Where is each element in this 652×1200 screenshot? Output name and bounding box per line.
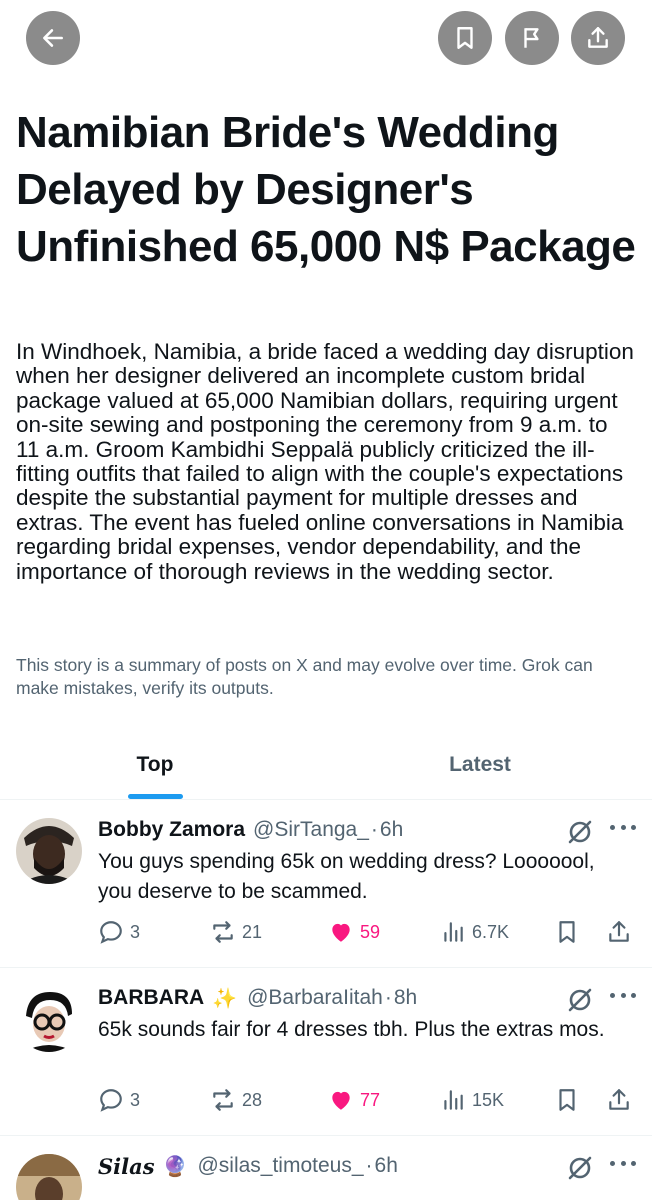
post-time[interactable]: 6h xyxy=(375,1154,398,1178)
share-post-button[interactable] xyxy=(606,916,638,948)
heart-icon xyxy=(332,1091,350,1110)
flag-icon xyxy=(524,28,539,48)
avatar-image xyxy=(16,986,82,1052)
story-summary: In Windhoek, Namibia, a bride faced a we… xyxy=(16,339,634,584)
separator-dot: · xyxy=(365,1154,373,1177)
tab-bar: Top Latest xyxy=(0,730,652,800)
separator-dot: · xyxy=(384,986,392,1009)
bookmark-button[interactable] xyxy=(438,11,492,65)
avatar[interactable] xyxy=(16,818,82,884)
share-icon xyxy=(588,27,608,48)
author-handle[interactable]: @SirTanga_ xyxy=(253,818,369,842)
views-button[interactable]: 6.7K xyxy=(440,916,509,948)
like-count: 77 xyxy=(360,1089,381,1110)
repost-icon xyxy=(213,921,233,943)
repost-count: 28 xyxy=(242,1089,263,1110)
reply-button[interactable]: 3 xyxy=(98,916,140,948)
view-count: 15K xyxy=(472,1089,505,1110)
post-time[interactable]: 8h xyxy=(394,986,417,1010)
post-header: BARBARA ✨ @BarbaraIitah · 8h xyxy=(98,984,568,1012)
bookmark-icon xyxy=(559,921,575,943)
view-count: 6.7K xyxy=(472,921,510,942)
views-icon xyxy=(444,1090,463,1110)
views-icon xyxy=(444,922,463,942)
report-button[interactable] xyxy=(505,11,559,65)
post[interactable]: BARBARA ✨ @BarbaraIitah · 8h 65k sounds … xyxy=(0,968,652,1136)
active-tab-indicator xyxy=(128,794,183,799)
separator-dot: · xyxy=(370,818,378,841)
share-post-button[interactable] xyxy=(606,1084,638,1116)
repost-button[interactable]: 21 xyxy=(210,916,262,948)
post-header: Silas 🔮 @silas_timoteus_ · 6h xyxy=(98,1152,568,1180)
more-options-icon[interactable] xyxy=(610,990,636,1000)
post-actions: 3 28 77 15K xyxy=(98,1084,638,1116)
post[interactable]: Bobby Zamora @SirTanga_ · 6h You guys sp… xyxy=(0,800,652,968)
like-button[interactable]: 77 xyxy=(328,1084,380,1116)
avatar-image xyxy=(16,1154,82,1200)
share-button[interactable] xyxy=(571,11,625,65)
avatar[interactable] xyxy=(16,986,82,1052)
avatar-image xyxy=(16,818,82,884)
crystal-ball-badge: 🔮 xyxy=(162,1155,188,1178)
bookmark-post-button[interactable] xyxy=(554,1084,586,1116)
post[interactable]: Silas 🔮 @silas_timoteus_ · 6h xyxy=(0,1136,652,1200)
tab-top[interactable]: Top xyxy=(0,730,310,800)
share-icon xyxy=(609,921,629,942)
grok-icon[interactable] xyxy=(566,818,594,846)
grok-icon[interactable] xyxy=(566,1154,594,1182)
more-options-icon[interactable] xyxy=(610,1158,636,1168)
heart-icon xyxy=(332,923,350,942)
reply-count: 3 xyxy=(130,921,141,942)
post-text: You guys spending 65k on wedding dress? … xyxy=(98,850,595,903)
bookmark-icon xyxy=(559,1089,575,1111)
bookmark-icon xyxy=(457,27,473,49)
reply-icon xyxy=(100,921,122,944)
post-actions: 3 21 59 6.7K xyxy=(98,916,638,948)
story-headline: Namibian Bride's Wedding Delayed by Desi… xyxy=(16,108,636,271)
avatar[interactable] xyxy=(16,1154,82,1200)
views-button[interactable]: 15K xyxy=(440,1084,504,1116)
reply-count: 3 xyxy=(130,1089,141,1110)
arrow-left-icon xyxy=(43,29,63,47)
author-name[interactable]: Bobby Zamora xyxy=(98,818,245,842)
author-handle[interactable]: @silas_timoteus_ xyxy=(197,1154,363,1178)
grok-disclaimer: This story is a summary of posts on X an… xyxy=(16,655,593,698)
like-count: 59 xyxy=(360,921,381,942)
more-options-icon[interactable] xyxy=(610,822,636,832)
author-name[interactable]: BARBARA xyxy=(98,986,204,1010)
back-button[interactable] xyxy=(26,11,80,65)
tab-latest[interactable]: Latest xyxy=(330,730,630,800)
reply-button[interactable]: 3 xyxy=(98,1084,140,1116)
repost-button[interactable]: 28 xyxy=(210,1084,262,1116)
sparkles-badge: ✨ xyxy=(212,987,238,1010)
author-name[interactable]: Silas xyxy=(98,1154,155,1179)
repost-count: 21 xyxy=(242,921,263,942)
share-icon xyxy=(609,1089,629,1110)
post-text: 65k sounds fair for 4 dresses tbh. Plus … xyxy=(98,1018,605,1041)
post-time[interactable]: 6h xyxy=(380,818,403,842)
repost-icon xyxy=(213,1089,233,1111)
like-button[interactable]: 59 xyxy=(328,916,380,948)
bookmark-post-button[interactable] xyxy=(554,916,586,948)
reply-icon xyxy=(100,1089,122,1112)
grok-icon[interactable] xyxy=(566,986,594,1014)
post-header: Bobby Zamora @SirTanga_ · 6h xyxy=(98,816,568,844)
author-handle[interactable]: @BarbaraIitah xyxy=(247,986,383,1010)
top-bar xyxy=(0,0,652,80)
